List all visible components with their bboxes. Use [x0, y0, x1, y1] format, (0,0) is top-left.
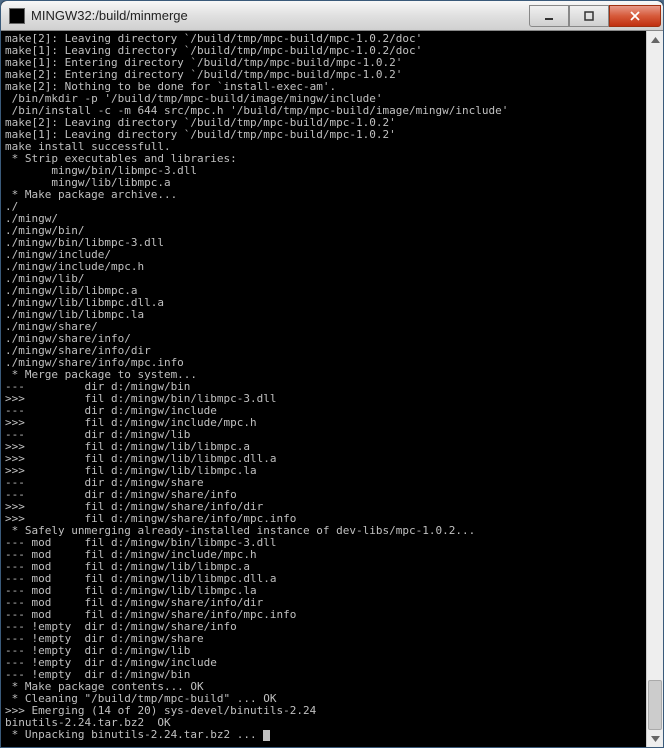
scrollbar-track[interactable] — [647, 48, 663, 730]
window-controls — [529, 5, 661, 27]
titlebar[interactable]: MINGW32:/build/minmerge — [1, 1, 663, 31]
terminal-line: ./ — [5, 201, 659, 213]
app-icon — [9, 8, 25, 24]
maximize-button[interactable] — [569, 5, 609, 27]
close-icon — [629, 10, 641, 22]
close-button[interactable] — [609, 5, 661, 27]
terminal-line: ./mingw/lib/libmpc.la — [5, 309, 659, 321]
scroll-up-button[interactable] — [647, 31, 663, 48]
terminal-line: * Unpacking binutils-2.24.tar.bz2 ... — [5, 729, 659, 741]
scrollbar-thumb[interactable] — [648, 680, 662, 730]
terminal-line: ./mingw/include/mpc.h — [5, 261, 659, 273]
vertical-scrollbar[interactable] — [646, 31, 663, 747]
chevron-down-icon — [651, 736, 660, 742]
minimize-icon — [544, 11, 554, 21]
window-title: MINGW32:/build/minmerge — [31, 8, 529, 23]
maximize-icon — [584, 11, 594, 21]
scroll-down-button[interactable] — [647, 730, 663, 747]
terminal-line: ./mingw/ — [5, 213, 659, 225]
terminal-line: * Make package archive... — [5, 189, 659, 201]
terminal-window: MINGW32:/build/minmerge make[2]: Leaving… — [0, 0, 664, 748]
cursor — [263, 730, 270, 741]
terminal-output[interactable]: make[2]: Leaving directory `/build/tmp/m… — [1, 31, 663, 747]
minimize-button[interactable] — [529, 5, 569, 27]
chevron-up-icon — [651, 37, 660, 43]
